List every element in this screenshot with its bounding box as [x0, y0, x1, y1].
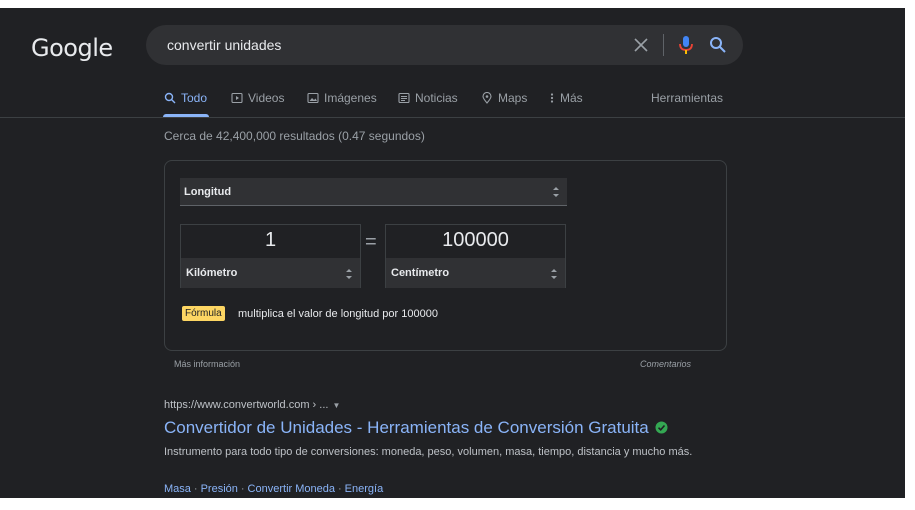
sitelink-convertir-moneda[interactable]: Convertir Moneda [248, 483, 335, 495]
result-title-text: Convertidor de Unidades - Herramientas d… [164, 418, 649, 437]
header-divider [0, 117, 905, 118]
news-icon [398, 92, 410, 104]
to-value-input[interactable]: 100000 [386, 229, 565, 252]
select-arrows-icon [551, 269, 557, 279]
to-unit-select[interactable]: Centímetro [386, 258, 565, 288]
formula-badge: Fórmula [182, 306, 225, 321]
close-icon[interactable] [632, 36, 650, 54]
microphone-icon[interactable] [676, 34, 696, 56]
unit-converter-card: Longitud 1 Kilómetro = 100000 Centímetro [164, 160, 727, 351]
formula-text: multiplica el valor de longitud por 1000… [238, 308, 438, 320]
unit-type-select[interactable]: Longitud [180, 178, 567, 206]
search-tabs: Todo Videos Imágenes Noticias Maps Más H… [0, 91, 905, 119]
search-results-page: Google convertir unidades Todo Videos Im… [0, 8, 905, 498]
result-url-text: https://www.convertworld.com › ... [164, 399, 329, 411]
tools-button[interactable]: Herramientas [651, 91, 723, 119]
sitelinks: Masa · Presión · Convertir Moneda · Energía [164, 483, 383, 495]
tools-label: Herramientas [651, 91, 724, 105]
verified-check-icon [655, 421, 668, 434]
more-vert-icon [550, 93, 554, 103]
unit-type-label: Longitud [184, 186, 232, 198]
tab-label: Imágenes [324, 91, 377, 105]
from-value-input[interactable]: 1 [181, 229, 360, 252]
result-snippet: Instrumento para todo tipo de conversion… [164, 446, 693, 458]
tab-label: Todo [181, 91, 208, 105]
result-url[interactable]: https://www.convertworld.com › ... ▼ [164, 399, 340, 411]
tab-label: Más [560, 91, 583, 105]
image-icon [307, 92, 319, 104]
map-pin-icon [482, 92, 492, 104]
feedback-link[interactable]: Comentarios [640, 359, 691, 369]
from-unit-label: Kilómetro [186, 267, 238, 279]
result-title-link[interactable]: Convertidor de Unidades - Herramientas d… [164, 418, 668, 438]
tab-label: Noticias [415, 91, 458, 105]
tab-imagenes[interactable]: Imágenes [307, 91, 377, 119]
search-icon [164, 92, 176, 104]
search-icon[interactable] [708, 35, 728, 55]
google-logo[interactable]: Google [31, 34, 113, 62]
more-info-link[interactable]: Más información [174, 359, 240, 369]
tab-videos[interactable]: Videos [231, 91, 284, 119]
select-arrows-icon [553, 187, 559, 197]
from-converter: 1 Kilómetro [180, 224, 361, 288]
sitelink-masa[interactable]: Masa [164, 483, 191, 495]
search-box[interactable]: convertir unidades [146, 25, 743, 65]
tab-label: Maps [498, 91, 528, 105]
tab-maps[interactable]: Maps [481, 91, 527, 119]
to-unit-label: Centímetro [391, 267, 450, 279]
sitelink-separator: · [240, 483, 245, 495]
chevron-down-icon[interactable]: ▼ [332, 401, 340, 410]
sitelink-separator: · [193, 483, 198, 495]
tab-noticias[interactable]: Noticias [398, 91, 458, 119]
tab-label: Videos [248, 91, 285, 105]
sitelink-separator: · [337, 483, 342, 495]
search-box-divider [663, 34, 664, 56]
play-icon [231, 92, 243, 104]
to-converter: 100000 Centímetro [385, 224, 566, 288]
sitelink-presion[interactable]: Presión [201, 483, 238, 495]
result-stats: Cerca de 42,400,000 resultados (0.47 seg… [164, 129, 425, 143]
sitelink-energia[interactable]: Energía [345, 483, 384, 495]
select-arrows-icon [346, 269, 352, 279]
equals-sign: = [365, 231, 377, 253]
tab-mas[interactable]: Más [549, 91, 583, 119]
from-unit-select[interactable]: Kilómetro [181, 258, 360, 288]
search-input[interactable]: convertir unidades [167, 37, 281, 53]
